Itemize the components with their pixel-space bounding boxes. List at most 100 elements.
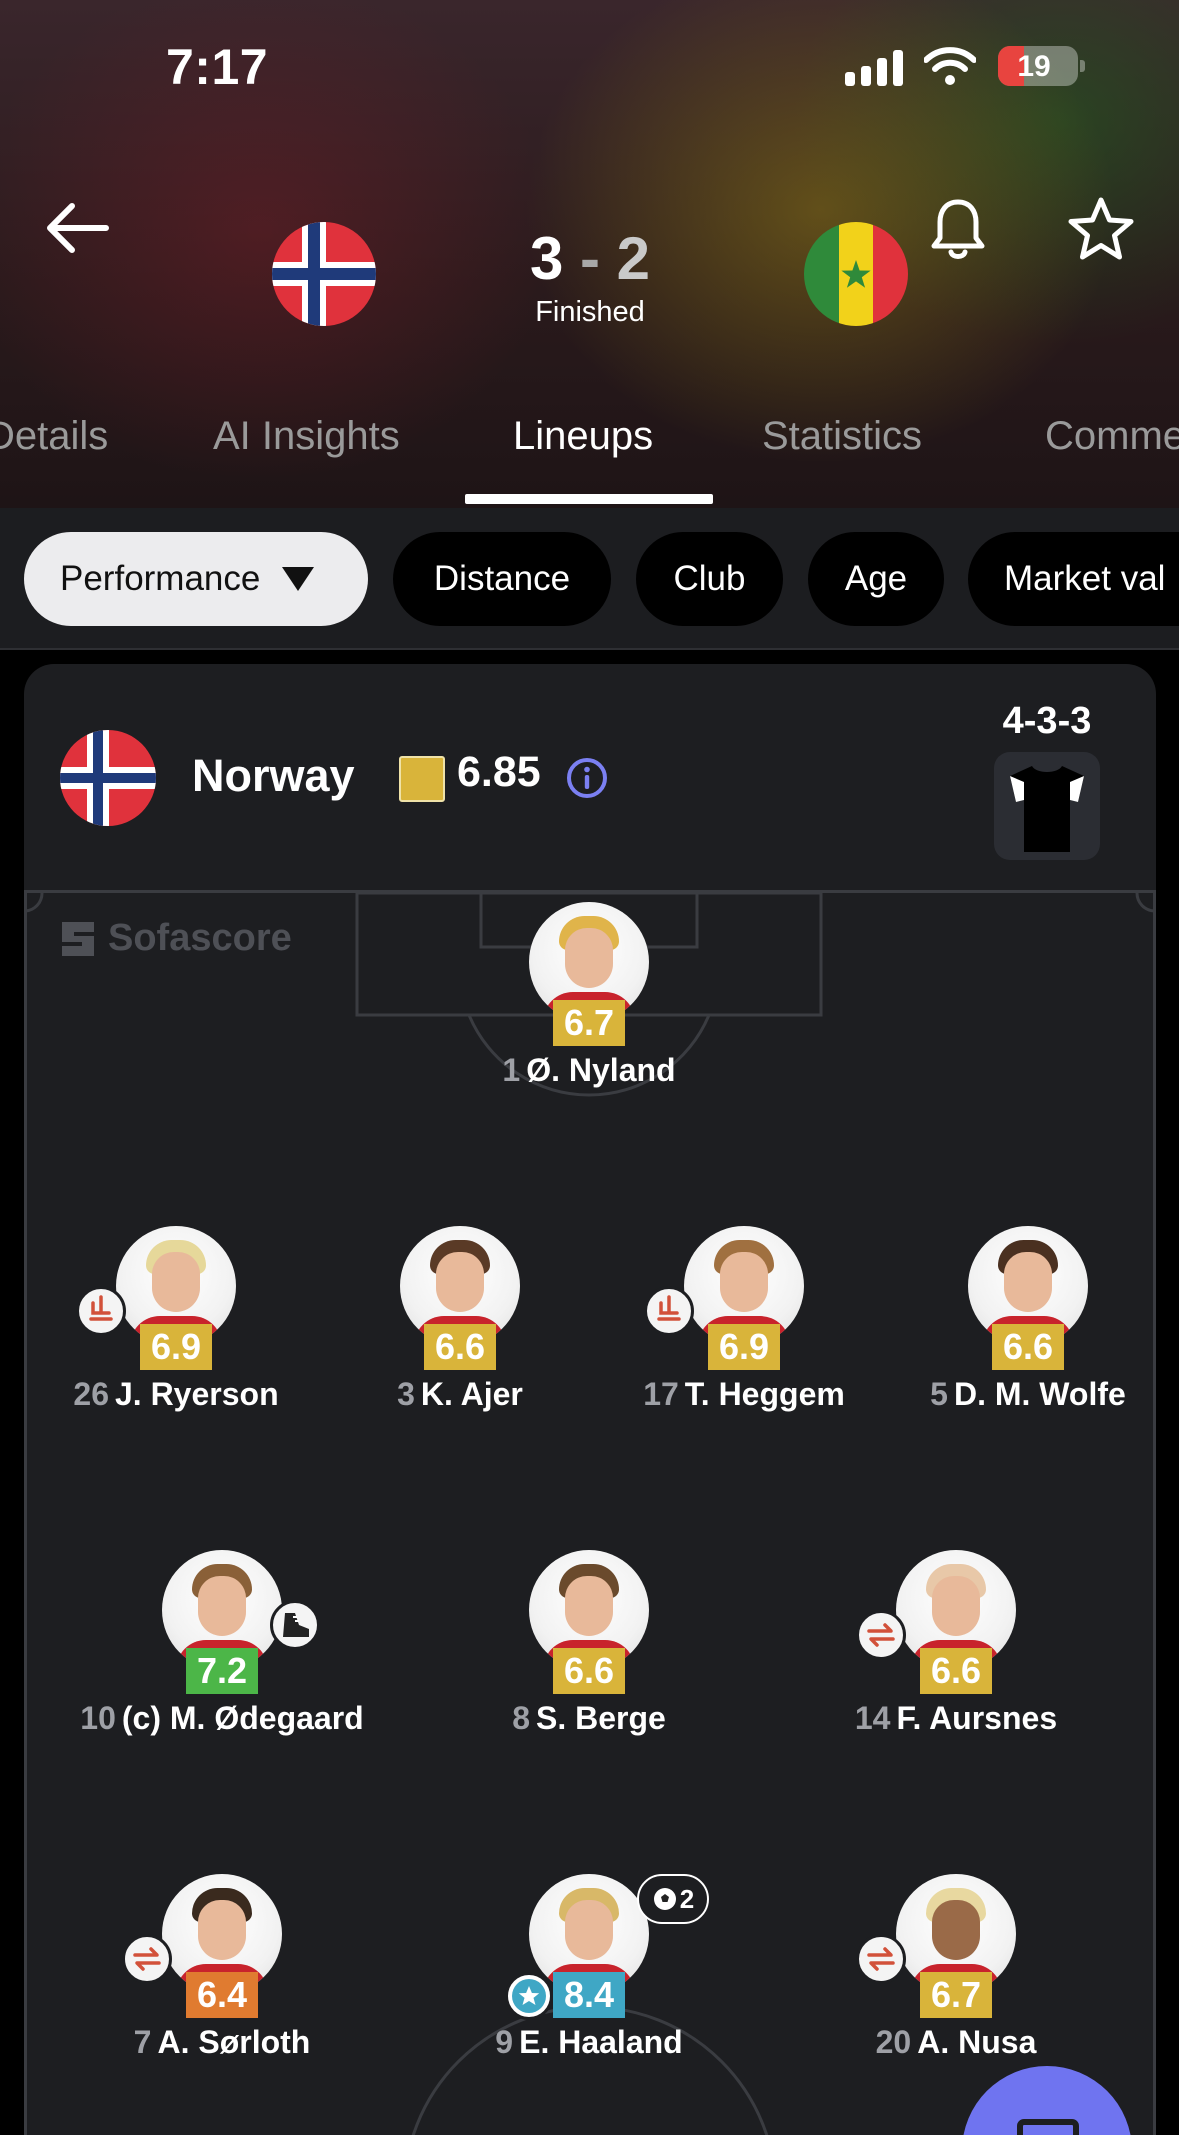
filter-performance-label: Performance bbox=[60, 559, 261, 598]
player-number: 1 bbox=[502, 1052, 521, 1088]
battery-level: 19 bbox=[1017, 50, 1051, 83]
jersey-icon bbox=[1010, 766, 1084, 852]
player-name: A. Nusa bbox=[917, 2024, 1037, 2060]
goals-ball-icon: 2 bbox=[637, 1874, 709, 1924]
substitution-out-icon bbox=[76, 1286, 126, 1336]
player-name: A. Sørloth bbox=[157, 2024, 311, 2060]
player-number: 5 bbox=[930, 1376, 948, 1412]
team-formation: 4-3-3 bbox=[1002, 700, 1092, 742]
team-average-rating: 6.85 bbox=[457, 748, 541, 796]
player-name: D. M. Wolfe bbox=[953, 1376, 1126, 1412]
player-9[interactable]: 2 8.4 9 E. Haaland bbox=[439, 1874, 739, 2074]
team-name: Norway bbox=[192, 750, 355, 801]
player-rating: 6.7 bbox=[920, 1972, 992, 2018]
player-label: 1 Ø. Nyland bbox=[409, 1052, 769, 1089]
player-number: 9 bbox=[495, 2024, 514, 2060]
player-rating: 7.2 bbox=[186, 1648, 258, 1694]
player-7[interactable]: 6.4 7 A. Sørloth bbox=[72, 1874, 372, 2074]
player-number: 3 bbox=[397, 1376, 415, 1412]
sofascore-watermark: Sofascore bbox=[58, 917, 292, 960]
senegal-flag-icon[interactable] bbox=[804, 222, 908, 326]
floating-action-button[interactable] bbox=[962, 2066, 1132, 2135]
active-tab-indicator bbox=[465, 494, 713, 504]
player-label: 9 E. Haaland bbox=[409, 2024, 769, 2061]
player-label: 7 A. Sørloth bbox=[42, 2024, 402, 2061]
player-rating: 6.7 bbox=[553, 1000, 625, 1046]
info-icon[interactable] bbox=[565, 756, 609, 800]
back-arrow-icon[interactable] bbox=[42, 196, 112, 260]
match-status: Finished bbox=[535, 296, 645, 328]
player-name: J. Ryerson bbox=[114, 1376, 279, 1412]
filter-age[interactable]: Age bbox=[808, 532, 944, 626]
player-number: 10 bbox=[80, 1700, 116, 1736]
home-score: 3 bbox=[529, 225, 564, 292]
player-name: Ø. Nyland bbox=[526, 1052, 676, 1088]
player-number: 20 bbox=[875, 2024, 912, 2060]
player-name: T. Heggem bbox=[684, 1376, 845, 1412]
substitution-icon bbox=[856, 1934, 906, 1984]
player-rating: 6.9 bbox=[140, 1324, 212, 1370]
player-number: 26 bbox=[73, 1376, 109, 1412]
player-rating: 6.6 bbox=[992, 1324, 1064, 1370]
player-14[interactable]: 6.6 14 F. Aursnes bbox=[806, 1550, 1106, 1750]
player-of-match-star-icon bbox=[505, 1972, 553, 2020]
battery-indicator: 19 bbox=[998, 46, 1085, 86]
tab-statistics[interactable]: Statistics bbox=[762, 414, 922, 459]
tab-details[interactable]: Details bbox=[0, 414, 108, 459]
player-label: 14 F. Aursnes bbox=[776, 1700, 1136, 1737]
player-rating: 6.6 bbox=[424, 1324, 496, 1370]
player-label: 20 A. Nusa bbox=[776, 2024, 1136, 2061]
sofascore-watermark-text: Sofascore bbox=[108, 917, 292, 959]
player-5[interactable]: 6.6 5 D. M. Wolfe bbox=[878, 1226, 1156, 1426]
player-rating: 8.4 bbox=[553, 1972, 625, 2018]
tab-comments[interactable]: Comme bbox=[1045, 414, 1179, 459]
lineup-view-icon bbox=[1017, 2119, 1079, 2135]
tab-ai-insights[interactable]: AI Insights bbox=[213, 414, 400, 459]
player-20[interactable]: 6.7 20 A. Nusa bbox=[806, 1874, 1106, 2074]
substitution-icon bbox=[856, 1610, 906, 1660]
substitution-icon bbox=[122, 1934, 172, 1984]
player-10[interactable]: 7.2 10 (c) M. Ødegaard bbox=[72, 1550, 372, 1750]
filter-distance[interactable]: Distance bbox=[393, 532, 611, 626]
player-rating: 6.4 bbox=[186, 1972, 258, 2018]
player-name: K. Ajer bbox=[420, 1376, 523, 1412]
team-lineup-card: Norway 6.85 4-3-3 Sofascore 6.7 1 Ø. Nyl… bbox=[24, 664, 1156, 2135]
player-name: E. Haaland bbox=[519, 2024, 683, 2060]
status-bar-time: 7:17 bbox=[166, 39, 269, 95]
filter-club[interactable]: Club bbox=[636, 532, 783, 626]
goals-count: 2 bbox=[679, 1883, 695, 1914]
dropdown-caret-icon bbox=[282, 567, 315, 591]
player-number: 17 bbox=[643, 1376, 679, 1412]
player-label: 10 (c) M. Ødegaard bbox=[42, 1700, 402, 1737]
player-label: 8 S. Berge bbox=[409, 1700, 769, 1737]
player-number: 14 bbox=[854, 1700, 891, 1736]
match-tabs: Details AI Insights Lineups Statistics C… bbox=[0, 400, 1179, 508]
cellular-signal-icon bbox=[845, 50, 903, 86]
substitution-out-icon bbox=[644, 1286, 694, 1336]
score-separator: - bbox=[580, 225, 600, 292]
sofascore-logo-icon bbox=[62, 921, 94, 956]
player-name: F. Aursnes bbox=[896, 1700, 1058, 1736]
assist-boot-icon bbox=[270, 1600, 320, 1650]
filter-performance-dropdown[interactable]: Performance bbox=[24, 532, 368, 626]
lineup-filter-bar: Performance Distance Club Age Market val bbox=[0, 508, 1179, 650]
filter-market-value[interactable]: Market val bbox=[968, 532, 1179, 626]
player-rating: 6.9 bbox=[708, 1324, 780, 1370]
team-rating-swatch bbox=[399, 756, 445, 802]
player-number: 7 bbox=[133, 2024, 152, 2060]
player-name: (c) M. Ødegaard bbox=[121, 1700, 364, 1736]
norway-flag-icon[interactable] bbox=[272, 222, 376, 326]
tab-lineups[interactable]: Lineups bbox=[513, 414, 653, 459]
wifi-icon bbox=[924, 47, 976, 85]
match-header: 7:17 19 3 - 2 Finished Details AI Insigh… bbox=[0, 0, 1179, 508]
player-rating: 6.6 bbox=[920, 1648, 992, 1694]
favorite-star-icon[interactable] bbox=[1068, 196, 1134, 262]
player-8[interactable]: 6.6 8 S. Berge bbox=[439, 1550, 739, 1750]
match-score: 3 - 2 bbox=[460, 224, 720, 293]
team-kit[interactable] bbox=[994, 752, 1100, 860]
player-number: 8 bbox=[512, 1700, 530, 1736]
player-label: 5 D. M. Wolfe bbox=[848, 1376, 1156, 1413]
notification-bell-icon[interactable] bbox=[930, 196, 986, 262]
player-1[interactable]: 6.7 1 Ø. Nyland bbox=[439, 902, 739, 1102]
away-score: 2 bbox=[616, 225, 651, 292]
